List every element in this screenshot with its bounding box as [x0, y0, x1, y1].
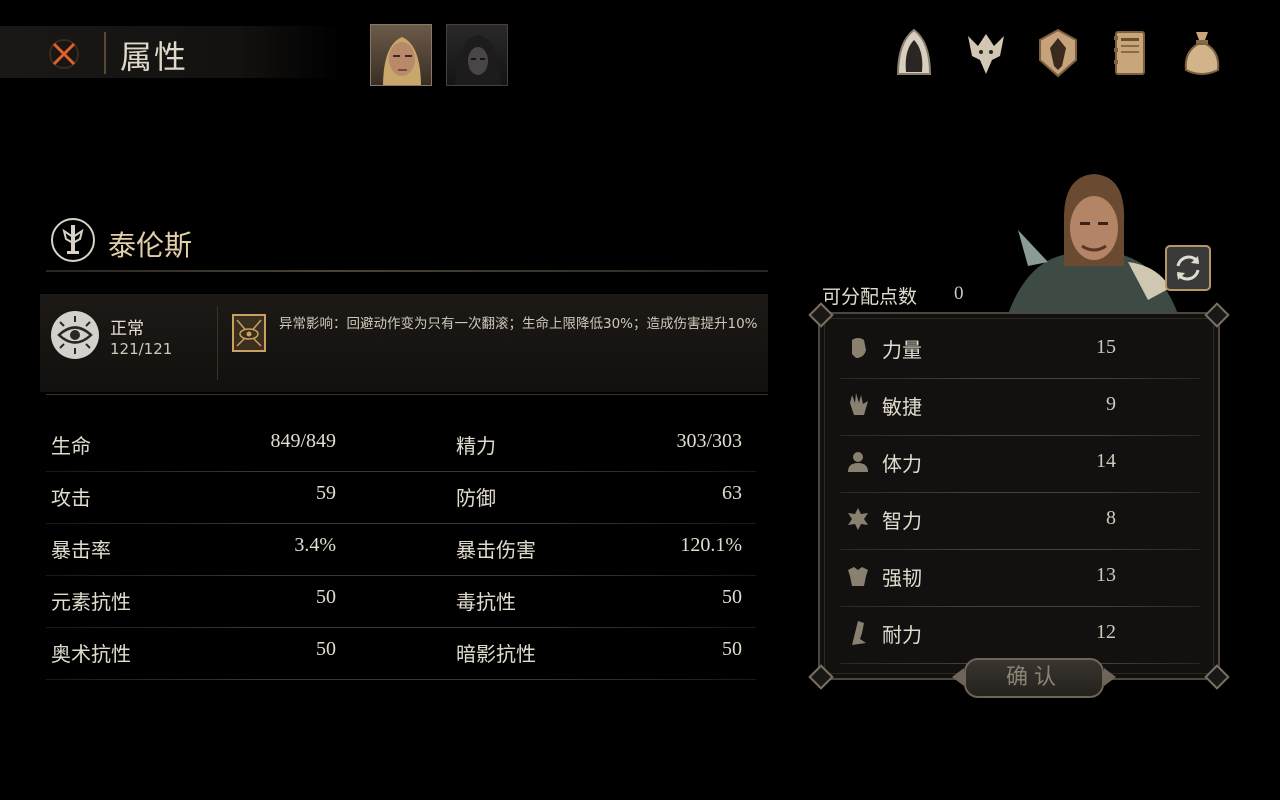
panel-corner-ornament — [1204, 302, 1230, 328]
pouch-icon — [1184, 32, 1220, 75]
stat-value-hp: 849/849 — [270, 430, 336, 452]
character-name: 泰伦斯 — [108, 229, 193, 262]
stat-divider — [46, 679, 756, 680]
pouch-nav-button[interactable] — [1178, 26, 1226, 80]
attribute-value: 12 — [1096, 621, 1116, 643]
confirm-right-ornament — [1104, 668, 1116, 686]
status-label: 正常 — [110, 319, 144, 339]
panel-corner-ornament — [808, 664, 834, 690]
status-hp: 121/121 — [110, 340, 173, 358]
available-points-value: 0 — [954, 283, 964, 304]
name-divider — [46, 270, 768, 272]
status-divider — [217, 306, 218, 380]
stat-label-defense: 防御 — [456, 486, 496, 510]
stat-row: 奥术抗性 50 暗影抗性 50 — [46, 628, 756, 680]
attribute-row-endurance[interactable]: 耐力 12 — [840, 607, 1200, 664]
attribute-row-toughness[interactable]: 强韧 13 — [840, 550, 1200, 607]
mind-icon — [848, 508, 868, 530]
hooded-character-portrait — [455, 35, 501, 85]
stat-label-shadow-res: 暗影抗性 — [456, 642, 536, 666]
confirm-left-ornament — [952, 668, 964, 686]
hero-portrait — [1008, 170, 1178, 314]
stat-label-crit-damage: 暴击伤害 — [456, 538, 536, 562]
stat-value-attack: 59 — [316, 482, 336, 504]
reset-points-button[interactable] — [1164, 244, 1212, 292]
blond-character-portrait — [383, 37, 421, 85]
stat-label-crit-rate: 暴击率 — [51, 538, 111, 562]
armor-icon — [848, 567, 868, 586]
stat-row: 暴击率 3.4% 暴击伤害 120.1% — [46, 524, 756, 576]
close-icon — [49, 39, 79, 69]
journal-icon — [1114, 31, 1145, 75]
attribute-row-vitality[interactable]: 体力 14 — [840, 436, 1200, 493]
stat-value-poison-res: 50 — [722, 586, 742, 608]
stat-row: 元素抗性 50 毒抗性 50 — [46, 576, 756, 628]
torso-icon — [848, 452, 868, 472]
shield-emblem-icon — [1039, 28, 1077, 78]
hand-icon — [850, 393, 868, 415]
attribute-row-strength[interactable]: 力量 15 — [840, 322, 1200, 379]
panel-corner-ornament — [1204, 664, 1230, 690]
attribute-row-agility[interactable]: 敏捷 9 — [840, 379, 1200, 436]
class-emblem-icon — [50, 217, 96, 263]
hood-icon — [896, 28, 932, 75]
stat-value-crit-rate: 3.4% — [294, 534, 336, 556]
stat-label-hp: 生命 — [51, 434, 91, 458]
stat-value-crit-damage: 120.1% — [680, 534, 742, 556]
available-points-label: 可分配点数 — [822, 286, 918, 308]
stat-label-stamina: 精力 — [456, 434, 496, 458]
hood-nav-button[interactable] — [890, 26, 938, 80]
wolf-crest-nav-button[interactable] — [962, 26, 1010, 80]
attribute-value: 13 — [1096, 564, 1116, 586]
effect-description: 异常影响：回避动作变为只有一次翻滚；生命上限降低30%；造成伤害提升10% — [279, 316, 758, 332]
attribute-label: 耐力 — [882, 623, 922, 647]
character-tab-1[interactable] — [370, 24, 432, 86]
attribute-label: 力量 — [882, 338, 922, 362]
close-button[interactable] — [46, 36, 82, 72]
character-tab-2[interactable] — [446, 24, 508, 86]
attribute-row-intelligence[interactable]: 智力 8 — [840, 493, 1200, 550]
stat-value-shadow-res: 50 — [722, 638, 742, 660]
title-divider — [104, 32, 106, 74]
stat-value-stamina: 303/303 — [676, 430, 742, 452]
stat-label-elemental-res: 元素抗性 — [51, 590, 131, 614]
attribute-value: 14 — [1096, 450, 1116, 472]
stat-value-defense: 63 — [722, 482, 742, 504]
attribute-value: 9 — [1106, 393, 1116, 415]
wolf-crest-icon — [968, 34, 1004, 74]
attribute-value: 15 — [1096, 336, 1116, 358]
page-title: 属性 — [120, 38, 189, 76]
effect-eye-icon — [232, 314, 266, 352]
confirm-button[interactable]: 确认 — [964, 658, 1104, 698]
shield-emblem-nav-button[interactable] — [1034, 26, 1082, 80]
fist-icon — [852, 338, 866, 358]
stat-value-elemental-res: 50 — [316, 586, 336, 608]
journal-nav-button[interactable] — [1106, 26, 1154, 80]
stat-row: 生命 849/849 精力 303/303 — [46, 420, 756, 472]
stat-label-poison-res: 毒抗性 — [456, 590, 516, 614]
stat-row: 攻击 59 防御 63 — [46, 472, 756, 524]
leg-icon — [852, 621, 866, 645]
stat-label-arcane-res: 奥术抗性 — [51, 642, 131, 666]
attribute-label: 强韧 — [882, 566, 922, 590]
stat-label-attack: 攻击 — [51, 486, 91, 510]
refresh-icon — [1165, 245, 1211, 291]
attribute-label: 智力 — [882, 509, 922, 533]
attribute-value: 8 — [1106, 507, 1116, 529]
status-divider-bottom — [46, 394, 768, 395]
attribute-label: 敏捷 — [882, 395, 922, 419]
status-eye-icon — [50, 310, 100, 360]
stat-value-arcane-res: 50 — [316, 638, 336, 660]
attribute-label: 体力 — [882, 452, 922, 476]
